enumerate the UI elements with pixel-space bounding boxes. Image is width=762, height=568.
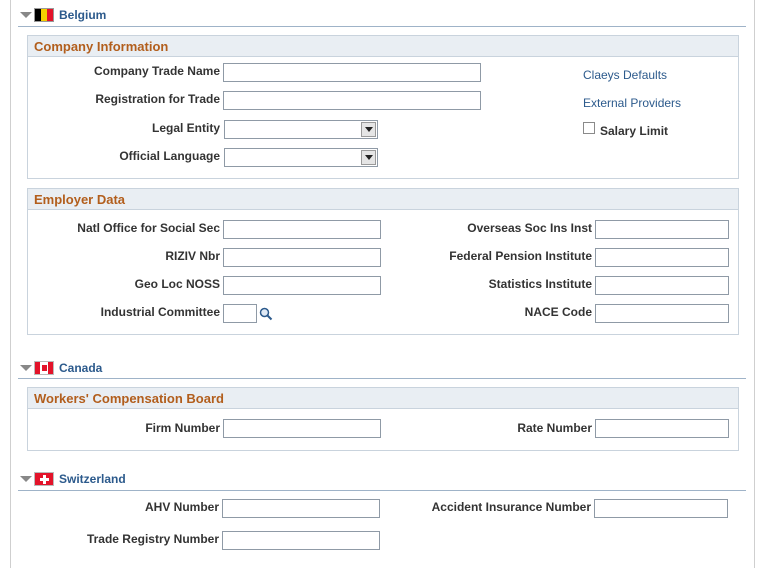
accident-insurance-number-label: Accident Insurance Number: [431, 500, 591, 514]
legal-entity-label: Legal Entity: [151, 121, 220, 135]
industrial-committee-input[interactable]: [223, 304, 257, 323]
external-providers-link[interactable]: External Providers: [583, 96, 681, 110]
divider: [18, 490, 746, 491]
salary-limit-checkbox[interactable]: [583, 122, 595, 134]
firm-number-input[interactable]: [223, 419, 381, 438]
rate-number-input[interactable]: [595, 419, 729, 438]
salary-limit-label: Salary Limit: [600, 124, 669, 138]
canada-flag-icon: [34, 361, 54, 375]
ahv-number-input[interactable]: [222, 499, 380, 518]
industrial-committee-label: Industrial Committee: [100, 305, 220, 319]
belgium-country-name: Belgium: [59, 8, 107, 22]
nace-code-input[interactable]: [595, 304, 729, 323]
accident-insurance-number-input[interactable]: [594, 499, 728, 518]
switzerland-flag-icon: [34, 472, 54, 486]
employer-data-title: Employer Data: [28, 189, 738, 210]
geo-loc-noss-label: Geo Loc NOSS: [134, 277, 220, 291]
collapse-triangle-icon[interactable]: [20, 12, 32, 18]
switzerland-section-header[interactable]: Switzerland: [20, 469, 126, 489]
official-language-label: Official Language: [119, 149, 220, 163]
lookup-magnifier-icon[interactable]: [259, 307, 273, 321]
collapse-triangle-icon[interactable]: [20, 365, 32, 371]
riziv-nbr-label: RIZIV Nbr: [165, 249, 220, 263]
canada-country-name: Canada: [59, 361, 103, 375]
nace-code-label: NACE Code: [524, 305, 592, 319]
claeys-defaults-link[interactable]: Claeys Defaults: [583, 68, 667, 82]
statistics-institute-input[interactable]: [595, 276, 729, 295]
overseas-soc-ins-input[interactable]: [595, 220, 729, 239]
company-trade-name-label: Company Trade Name: [93, 64, 220, 78]
natl-office-input[interactable]: [223, 220, 381, 239]
overseas-soc-ins-label: Overseas Soc Ins Inst: [467, 221, 592, 235]
federal-pension-label: Federal Pension Institute: [449, 249, 592, 263]
company-information-title: Company Information: [28, 36, 738, 57]
belgium-flag-icon: [34, 8, 54, 22]
registration-for-trade-label: Registration for Trade: [95, 92, 220, 106]
rate-number-label: Rate Number: [517, 421, 592, 435]
belgium-section-header[interactable]: Belgium: [20, 5, 106, 25]
firm-number-label: Firm Number: [145, 421, 220, 435]
divider: [18, 378, 746, 379]
company-trade-name-input[interactable]: [223, 63, 481, 82]
ahv-number-label: AHV Number: [144, 500, 219, 514]
dropdown-arrow-icon[interactable]: [361, 150, 376, 165]
statistics-institute-label: Statistics Institute: [488, 277, 592, 291]
natl-office-label: Natl Office for Social Sec: [77, 221, 220, 235]
legal-entity-select[interactable]: [224, 120, 378, 139]
official-language-select[interactable]: [224, 148, 378, 167]
dropdown-arrow-icon[interactable]: [361, 122, 376, 137]
trade-registry-number-input[interactable]: [222, 531, 380, 550]
divider: [18, 26, 746, 27]
switzerland-country-name: Switzerland: [59, 472, 126, 486]
collapse-triangle-icon[interactable]: [20, 476, 32, 482]
riziv-nbr-input[interactable]: [223, 248, 381, 267]
federal-pension-input[interactable]: [595, 248, 729, 267]
workers-compensation-board-title: Workers' Compensation Board: [28, 388, 738, 409]
geo-loc-noss-input[interactable]: [223, 276, 381, 295]
trade-registry-number-label: Trade Registry Number: [86, 532, 219, 546]
registration-for-trade-input[interactable]: [223, 91, 481, 110]
canada-section-header[interactable]: Canada: [20, 358, 102, 378]
